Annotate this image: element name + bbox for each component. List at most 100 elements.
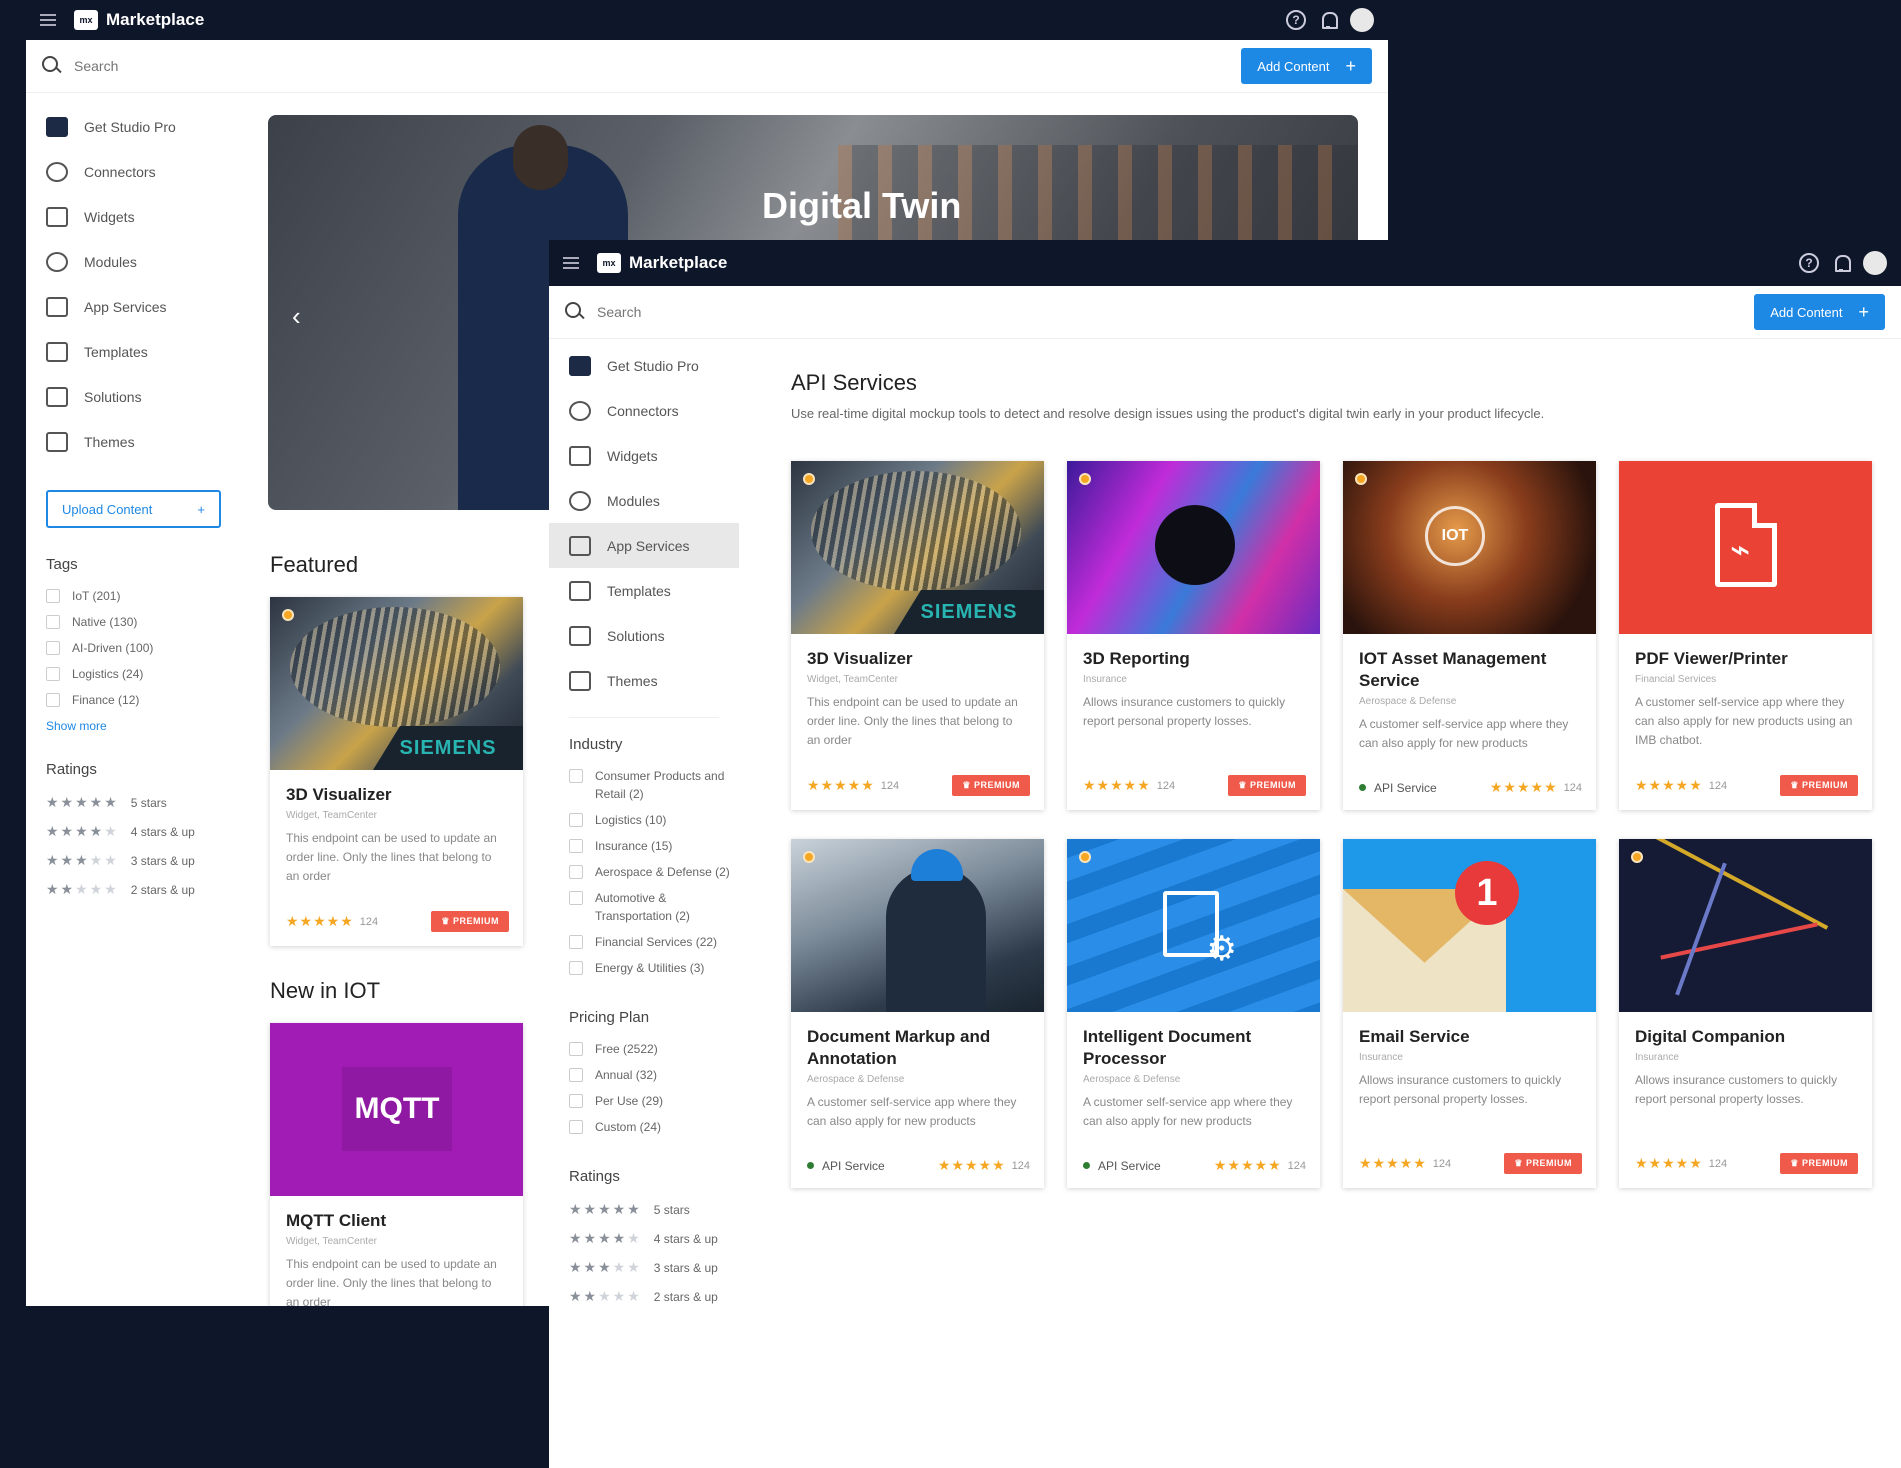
avatar[interactable] [1350,8,1374,32]
rating-stars-icon: ★★★★★ [937,1157,1006,1173]
rating-count: 124 [1287,1159,1306,1172]
solutions-icon [46,386,68,407]
rating-filter[interactable]: ★★★★★ 2 stars & up [26,875,236,904]
pricing-filter[interactable]: Per Use (29) [549,1088,739,1114]
sidebar-item-get-studio-pro[interactable]: Get Studio Pro [26,104,236,149]
sidebar-item-themes[interactable]: Themes [26,419,236,464]
checkbox[interactable] [46,667,60,681]
service-card-digital-companion[interactable]: Digital Companion Insurance Allows insur… [1619,839,1872,1188]
sidebar-item-label: Templates [607,582,671,599]
sidebar-item-solutions[interactable]: Solutions [26,374,236,419]
status-dot-icon [1359,784,1366,791]
card-category: Insurance [1635,1052,1679,1063]
stars-icon: ★★★★★ [569,1288,642,1304]
rating-filter[interactable]: ★★★★★ 4 stars & up [549,1224,739,1253]
checkbox[interactable] [569,1042,583,1056]
checkbox[interactable] [569,1068,583,1082]
add-content-button[interactable]: Add Content + [1241,48,1372,84]
service-card-3d-visualizer[interactable]: SIEMENS 3D Visualizer Widget, TeamCenter… [791,461,1044,810]
avatar[interactable] [1863,251,1887,275]
checkbox[interactable] [46,615,60,629]
checkbox[interactable] [569,1120,583,1134]
help-icon[interactable]: ? [1799,253,1819,273]
sidebar-item-solutions[interactable]: Solutions [549,613,739,658]
divider [569,717,719,718]
bell-icon[interactable] [1320,11,1338,29]
show-more-link[interactable]: Show more [26,713,236,733]
checkbox[interactable] [569,935,583,949]
status-dot-icon [803,473,815,485]
sidebar-item-modules[interactable]: Modules [549,478,739,523]
sidebar-item-themes[interactable]: Themes [549,658,739,703]
hamburger-menu-icon[interactable] [40,14,56,26]
search-input[interactable] [597,304,897,320]
sidebar-item-connectors[interactable]: Connectors [549,388,739,433]
checkbox[interactable] [569,769,583,783]
service-card-email[interactable]: 1 Email Service Insurance Allows insuran… [1343,839,1596,1188]
rating-stars-icon: ★★★★★ [1213,1157,1282,1173]
tag-filter[interactable]: AI-Driven (100) [26,635,236,661]
industry-filter[interactable]: Consumer Products and Retail (2) [549,763,739,807]
tag-filter[interactable]: Logistics (24) [26,661,236,687]
hamburger-menu-icon[interactable] [563,257,579,269]
pricing-filter[interactable]: Annual (32) [549,1062,739,1088]
tag-filter[interactable]: Native (130) [26,609,236,635]
industry-filter[interactable]: Financial Services (22) [549,929,739,955]
plus-icon: + [1858,301,1869,322]
themes-icon [569,670,591,691]
sidebar-item-app-services[interactable]: App Services [549,523,739,568]
checkbox[interactable] [46,641,60,655]
industry-filter[interactable]: Insurance (15) [549,833,739,859]
rating-filter[interactable]: ★★★★★ 4 stars & up [26,817,236,846]
checkbox[interactable] [569,813,583,827]
tag-filter[interactable]: IoT (201) [26,583,236,609]
industry-filter[interactable]: Logistics (10) [549,807,739,833]
checkbox[interactable] [46,589,60,603]
service-card-intelligent-document[interactable]: Intelligent Document Processor Aerospace… [1067,839,1320,1188]
sidebar-item-modules[interactable]: Modules [26,239,236,284]
sidebar-item-get-studio-pro[interactable]: Get Studio Pro [549,343,739,388]
checkbox[interactable] [569,891,583,905]
new-iot-card[interactable]: MQTT MQTT Client Widget, TeamCenter This… [270,1023,523,1306]
sidebar-item-widgets[interactable]: Widgets [26,194,236,239]
industry-filter[interactable]: Energy & Utilities (3) [549,955,739,981]
upload-content-button[interactable]: Upload Content + [46,490,221,528]
sidebar-item-connectors[interactable]: Connectors [26,149,236,194]
sidebar-item-widgets[interactable]: Widgets [549,433,739,478]
stars-icon: ★★★★★ [46,881,119,897]
rating-filter[interactable]: ★★★★★ 3 stars & up [549,1253,739,1282]
checkbox[interactable] [569,839,583,853]
service-card-3d-reporting[interactable]: 3D Reporting Insurance Allows insurance … [1067,461,1320,810]
checkbox[interactable] [569,1094,583,1108]
rating-label: 4 stars & up [653,1231,718,1246]
rating-filter[interactable]: ★★★★★ 2 stars & up [549,1282,739,1311]
pricing-filter[interactable]: Free (2522) [549,1036,739,1062]
sidebar-item-templates[interactable]: Templates [549,568,739,613]
card-category: Aerospace & Defense [1359,696,1457,707]
tag-filter[interactable]: Finance (12) [26,687,236,713]
rating-stars-icon: ★★★★★ [1635,1155,1703,1171]
search-input[interactable] [74,58,374,74]
sidebar-item-templates[interactable]: Templates [26,329,236,374]
carousel-prev-icon[interactable]: ‹ [292,301,301,332]
service-card-iot-asset-management[interactable]: IOT IOT Asset Management Service Aerospa… [1343,461,1596,810]
industry-filter[interactable]: Automotive & Transportation (2) [549,885,739,929]
checkbox[interactable] [569,961,583,975]
industry-filter[interactable]: Aerospace & Defense (2) [549,859,739,885]
bell-icon[interactable] [1833,254,1851,272]
sidebar-item-app-services[interactable]: App Services [26,284,236,329]
add-content-button[interactable]: Add Content + [1754,294,1885,330]
rating-filter[interactable]: ★★★★★ 5 stars [26,788,236,817]
service-card-document-markup[interactable]: Document Markup and Annotation Aerospace… [791,839,1044,1188]
service-card-pdf-viewer[interactable]: PDF Viewer/Printer Financial Services A … [1619,461,1872,810]
checkbox[interactable] [46,693,60,707]
help-icon[interactable]: ? [1286,10,1306,30]
featured-card[interactable]: SIEMENS 3D Visualizer Widget, TeamCenter… [270,597,523,946]
rating-filter[interactable]: ★★★★★ 5 stars [549,1195,739,1224]
pricing-filter[interactable]: Custom (24) [549,1114,739,1140]
sidebar-item-label: Connectors [607,402,679,419]
rating-label: 4 stars & up [130,824,195,839]
rating-filter[interactable]: ★★★★★ 3 stars & up [26,846,236,875]
checkbox[interactable] [569,865,583,879]
card-title: MQTT Client [286,1211,387,1230]
